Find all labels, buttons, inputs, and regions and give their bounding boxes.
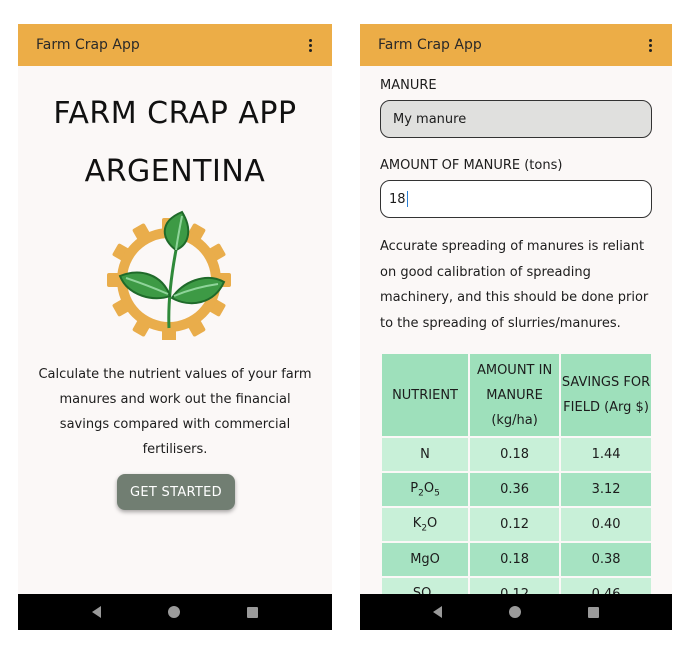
get-started-button[interactable]: GET STARTED [117,474,235,510]
recents-icon[interactable] [587,606,599,618]
amount-label: AMOUNT OF MANURE (tons) [380,158,563,173]
amount-cell: 0.36 [468,471,562,508]
intro-description: Calculate the nutrient values of your fa… [38,367,312,457]
amount-cell: 0.12 [468,506,562,543]
calibration-note: Accurate spreading of manures is reliant… [380,239,649,331]
back-icon[interactable] [433,606,443,618]
savings-cell: 0.38 [559,541,653,578]
savings-cell: 0.40 [559,506,653,543]
system-nav-bar [360,594,672,630]
amount-value: 18 [389,191,406,207]
overflow-menu-icon[interactable] [644,38,656,52]
amount-cell: 0.18 [468,541,562,578]
table-row: MgO 0.18 0.38 [379,541,653,578]
headline-line1: FARM CRAP APP [53,96,297,131]
amount-input[interactable]: 18 [380,180,652,218]
home-icon[interactable] [167,606,180,618]
leaf-gear-icon [107,210,231,340]
savings-cell: 1.44 [559,436,653,473]
nutrient-table: NUTRIENT AMOUNT IN MANURE (kg/ha) SAVING… [379,352,653,613]
text-caret [406,191,409,207]
app-bar: Farm Crap App [18,24,332,66]
nutrient-cell: P2O5 [379,471,471,508]
manure-select[interactable]: My manure [380,100,652,138]
app-bar: Farm Crap App [360,24,672,66]
overflow-menu-icon[interactable] [304,38,316,52]
table-row: K2O 0.12 0.40 [379,506,653,543]
system-nav-bar [18,594,332,630]
amount-cell: 0.18 [468,436,562,473]
nutrient-cell: MgO [379,541,471,578]
table-row: N 0.18 1.44 [379,436,653,473]
table-row: P2O5 0.36 3.12 [379,471,653,508]
manure-label: MANURE [380,78,437,93]
recents-icon[interactable] [247,606,259,618]
header-amount: AMOUNT IN MANURE (kg/ha) [468,352,562,438]
manure-value: My manure [393,111,467,127]
calculator-screen: Farm Crap App MANURE My manure AMOUNT OF… [360,24,672,630]
app-title: Farm Crap App [36,37,140,53]
app-title: Farm Crap App [378,37,482,53]
back-icon[interactable] [91,606,101,618]
savings-cell: 3.12 [559,471,653,508]
header-savings: SAVINGS FOR FIELD (Arg $) [559,352,653,438]
nutrient-cell: K2O [379,506,471,543]
nutrient-cell: N [379,436,471,473]
header-nutrient: NUTRIENT [379,352,471,438]
home-screen: Farm Crap App FARM CRAP APP ARGENTINA Ca… [18,24,332,630]
headline-line2: ARGENTINA [84,154,266,189]
home-icon[interactable] [508,606,521,618]
